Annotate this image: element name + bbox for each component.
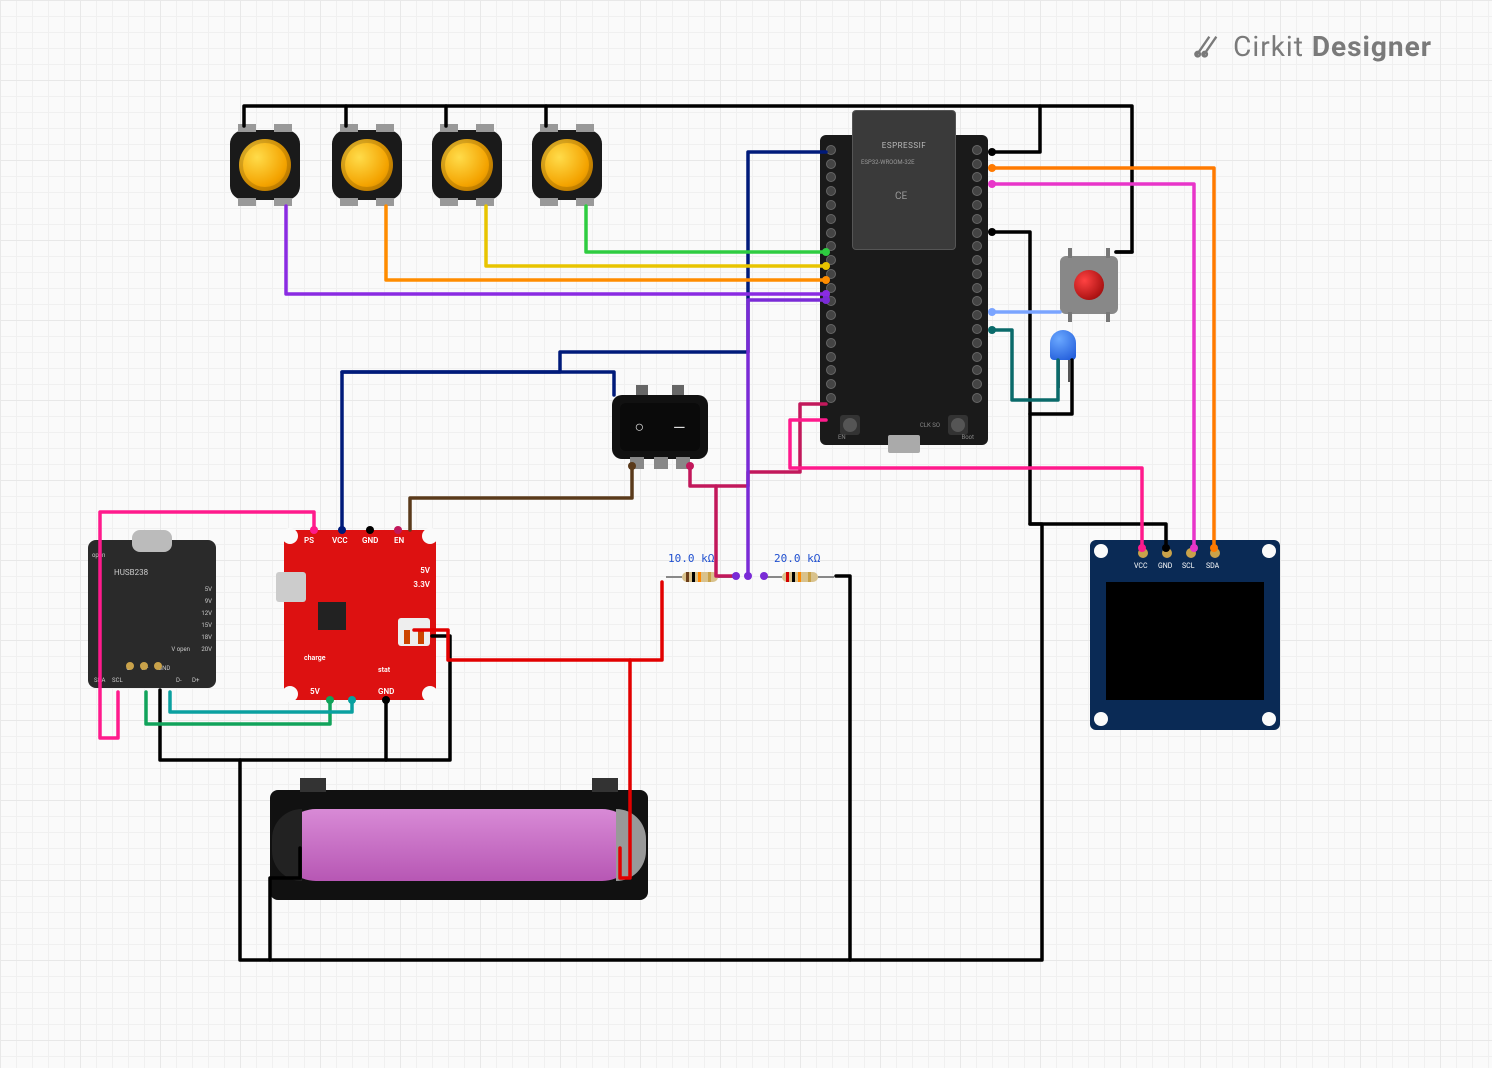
usbpd-15v: 15V bbox=[201, 622, 212, 629]
charger-gnd-label: GND bbox=[362, 536, 378, 545]
usbpd-9v: 9V bbox=[205, 598, 212, 605]
schematic-canvas[interactable]: Cirkit Designer ESPRESSIF ESP32-WROOM-32… bbox=[0, 0, 1492, 1068]
usb-pd-trigger[interactable]: HUSB238 open 5V 9V 12V 15V 18V 20V V ope… bbox=[88, 540, 216, 688]
charger-33-label: 3.3V bbox=[413, 580, 430, 589]
resistor-20k[interactable] bbox=[768, 570, 832, 584]
resistor-20k-label: 20.0 kΩ bbox=[774, 552, 820, 565]
esp32-en-label: EN bbox=[838, 434, 846, 441]
usbpd-sda: SDA bbox=[94, 677, 105, 684]
oled-screen bbox=[1106, 582, 1264, 700]
esp32-clk-label: CLK SO bbox=[920, 422, 940, 429]
usbpd-dplus: D+ bbox=[192, 677, 199, 684]
esp32-module: ESP32-WROOM-32E bbox=[861, 159, 947, 166]
charger-microusb-icon bbox=[276, 572, 306, 602]
usbpd-scl: SCL bbox=[112, 677, 123, 684]
esp32-brand: ESPRESSIF bbox=[853, 141, 955, 150]
charger-jst-icon bbox=[398, 618, 430, 646]
oled-pins bbox=[1138, 548, 1220, 558]
battery-18650[interactable] bbox=[270, 790, 648, 900]
charger-charge-label: charge bbox=[304, 654, 326, 662]
resistor-10k[interactable] bbox=[668, 570, 732, 584]
oled-display[interactable] bbox=[1090, 540, 1280, 730]
esp32-usb-icon bbox=[888, 435, 920, 453]
rocker-switch[interactable]: ○ — bbox=[612, 395, 708, 459]
charger-bgnd-label: GND bbox=[378, 687, 394, 696]
esp32-en-button[interactable] bbox=[840, 415, 860, 435]
usbpd-vopen: V open bbox=[171, 646, 190, 653]
esp32-pins-right bbox=[968, 143, 986, 405]
rocker-on-glyph: — bbox=[673, 418, 686, 437]
resistor-10k-label: 10.0 kΩ bbox=[668, 552, 714, 565]
usbpd-18v: 18V bbox=[201, 634, 212, 641]
esp32-pins-left bbox=[822, 143, 840, 405]
usbc-icon bbox=[132, 530, 172, 552]
logo-suffix: Designer bbox=[1312, 30, 1432, 63]
usbpd-5v: 5V bbox=[205, 586, 212, 593]
wire-layer bbox=[0, 0, 1492, 1068]
charger-stat-label: stat bbox=[378, 666, 390, 674]
arcade-button-2[interactable] bbox=[332, 130, 402, 200]
charger-ps-label: PS bbox=[304, 536, 314, 545]
usbpd-chip-label: HUSB238 bbox=[114, 568, 148, 577]
lipo-charger[interactable]: PS VCC GND EN 5V 3.3V charge stat 5V GND bbox=[284, 530, 436, 700]
usbpd-20v: 20V bbox=[201, 646, 212, 653]
usbpd-dminus: D- bbox=[176, 677, 182, 684]
charger-vcc-label: VCC bbox=[332, 536, 348, 545]
usbpd-12v: 12V bbox=[201, 610, 212, 617]
tact-button[interactable] bbox=[1060, 256, 1118, 314]
usbpd-corner-label: open bbox=[92, 552, 105, 559]
charger-en-label: EN bbox=[394, 536, 404, 545]
arcade-button-1[interactable] bbox=[230, 130, 300, 200]
arcade-button-4[interactable] bbox=[532, 130, 602, 200]
led-blue[interactable] bbox=[1050, 330, 1080, 372]
charger-5v-label: 5V bbox=[420, 566, 430, 575]
app-logo: Cirkit Designer bbox=[1193, 30, 1432, 63]
ce-mark: CE bbox=[895, 191, 907, 202]
esp32-boot-label: Boot bbox=[961, 434, 974, 441]
lanes-icon bbox=[1193, 32, 1221, 60]
arcade-button-3[interactable] bbox=[432, 130, 502, 200]
esp32-devkit[interactable]: ESPRESSIF ESP32-WROOM-32E CE EN Boot CLK… bbox=[820, 135, 988, 445]
rocker-off-glyph: ○ bbox=[634, 417, 644, 437]
logo-prefix: Cirkit bbox=[1233, 30, 1304, 63]
esp32-boot-button[interactable] bbox=[948, 415, 968, 435]
charger-b5v-label: 5V bbox=[310, 687, 320, 696]
